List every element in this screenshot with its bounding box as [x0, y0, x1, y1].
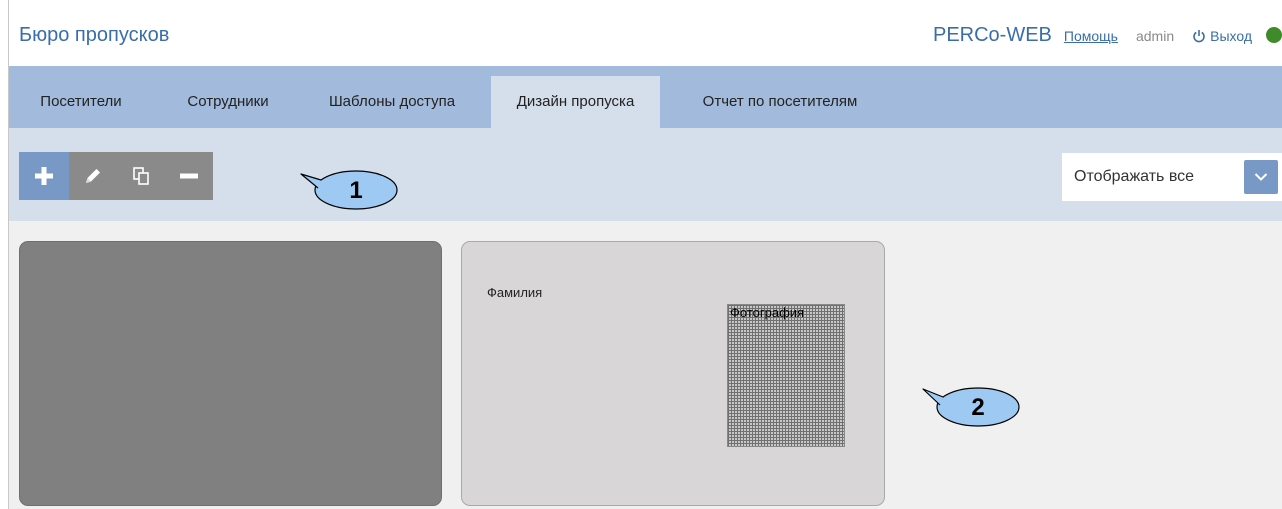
header-right: PERCo-WEB Помощь admin Выход: [933, 24, 1282, 47]
pass-design-card-2[interactable]: Фамилия Фотография: [461, 241, 885, 506]
delete-button[interactable]: [165, 152, 213, 200]
add-button[interactable]: [19, 152, 69, 200]
tab-pass-design[interactable]: Дизайн пропуска: [491, 76, 660, 128]
app-title: Бюро пропусков: [19, 24, 170, 46]
tab-access-templates[interactable]: Шаблоны доступа: [309, 76, 475, 128]
minus-icon: [180, 173, 198, 179]
app-frame: Бюро пропусков PERCo-WEB Помощь admin Вы…: [8, 0, 1282, 509]
callout-2: 2: [922, 387, 1020, 427]
pencil-icon: [86, 169, 100, 183]
edit-button[interactable]: [69, 152, 117, 200]
callout-2-label: 2: [971, 394, 984, 421]
help-link[interactable]: Помощь: [1064, 28, 1118, 44]
tab-employees[interactable]: Сотрудники: [169, 76, 287, 128]
user-name: admin: [1135, 28, 1175, 44]
display-filter-value: Отображать все: [1074, 168, 1195, 185]
tab-visitors[interactable]: Посетители: [25, 76, 137, 128]
filter-dropdown-button[interactable]: [1244, 160, 1278, 194]
plus-icon: [35, 167, 53, 185]
logout-label: Выход: [1210, 28, 1252, 44]
copy-button[interactable]: [117, 152, 165, 200]
tab-visitor-report[interactable]: Отчет по посетителям: [675, 76, 885, 128]
chevron-down-icon: [1254, 173, 1268, 181]
header: Бюро пропусков PERCo-WEB Помощь admin Вы…: [9, 0, 1282, 66]
power-icon: [1192, 29, 1206, 43]
pass-design-card-1[interactable]: [19, 241, 442, 506]
copy-icon: [133, 167, 149, 185]
photo-label: Фотография: [730, 305, 805, 320]
callout-1: 1: [300, 170, 398, 210]
callout-1-label: 1: [349, 177, 362, 204]
display-filter-select[interactable]: Отображать все: [1062, 153, 1282, 201]
button-group: [19, 152, 213, 200]
logout-button[interactable]: Выход: [1192, 27, 1252, 44]
photo-placeholder: Фотография: [727, 304, 845, 447]
tab-bar: Посетители Сотрудники Шаблоны доступа Ди…: [9, 66, 1282, 128]
toolbar: Отображать все: [9, 128, 1282, 221]
status-indicator: [1266, 27, 1282, 43]
surname-field: Фамилия: [487, 285, 543, 300]
brand-name: PERCo-WEB: [932, 24, 1052, 46]
